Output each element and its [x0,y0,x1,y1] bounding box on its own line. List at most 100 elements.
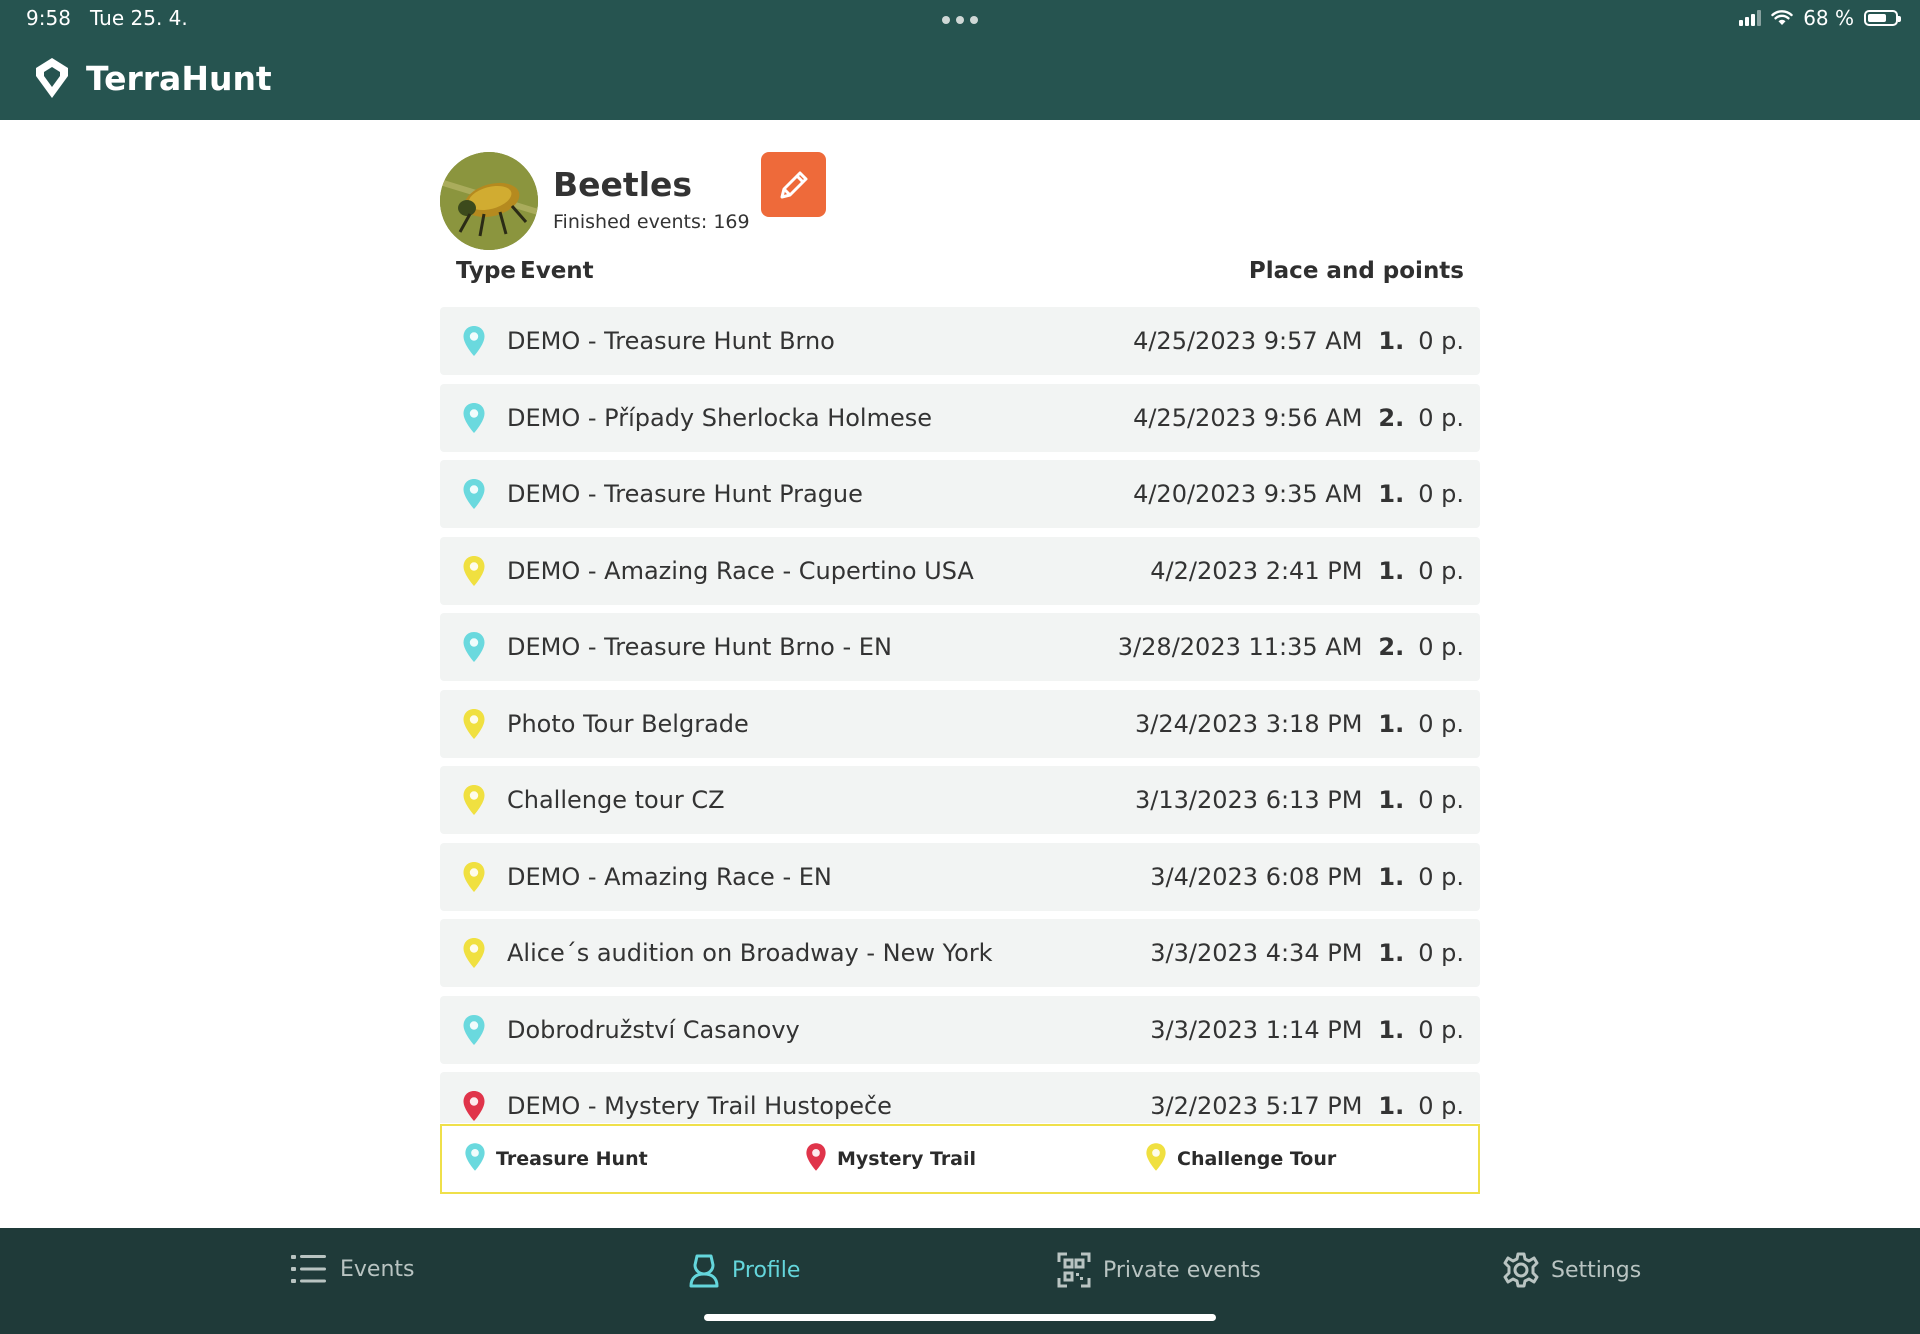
event-points: 0 p. [1418,633,1464,661]
treasure-hunt-pin-icon [464,1142,486,1177]
event-row[interactable]: DEMO - Treasure Hunt Prague 4/20/2023 9:3… [440,460,1480,528]
profile-content: Beetles Finished events: 169 Type Event … [440,120,1480,1228]
event-row[interactable]: DEMO - Případy Sherlocka Holmese 4/25/202… [440,383,1480,452]
event-date: 3/3/2023 1:14 PM [1150,1015,1363,1044]
event-title: DEMO - Treasure Hunt Brno [507,327,835,355]
status-time: 9:58 Tue 25. 4. [26,6,188,30]
gear-icon [1503,1252,1539,1288]
event-place: 2. [1378,403,1405,432]
column-header-place-points: Place and points [1248,258,1464,284]
event-row[interactable]: Challenge tour CZ 3/13/2023 6:13 PM 1. 0 p. [440,766,1480,834]
event-title: Challenge tour CZ [507,786,725,814]
event-row[interactable]: DEMO - Treasure Hunt Brno 4/25/2023 9:57 … [440,307,1480,375]
legend-label: Challenge Tour [1177,1148,1337,1170]
list-icon [291,1255,326,1283]
battery-icon [1864,10,1901,26]
event-points: 0 p. [1418,327,1464,355]
event-points: 0 p. [1418,786,1464,814]
event-title: DEMO - Mystery Trail Hustopeče [507,1092,892,1120]
event-points: 0 p. [1418,1092,1464,1120]
event-title: DEMO - Treasure Hunt Prague [507,480,863,508]
event-place: 1. [1378,709,1405,738]
avatar [440,152,538,250]
multitasking-dots-icon[interactable] [942,16,978,24]
tab-events-label: Events [340,1256,415,1282]
challenge-tour-pin-icon [461,708,487,740]
tab-events[interactable]: Events [290,1252,415,1286]
event-result: 3/3/2023 4:34 PM 1. 0 p. [1150,939,1464,967]
event-place: 1. [1378,480,1405,508]
tab-settings[interactable]: Settings [1503,1252,1641,1288]
event-points: 0 p. [1418,556,1464,585]
event-list[interactable]: DEMO - Treasure Hunt Brno 4/25/2023 9:57 … [440,307,1480,1123]
event-result: 4/25/2023 9:57 AM 1. 0 p. [1133,327,1464,355]
treasure-hunt-pin-icon [461,478,487,510]
event-date: 3/4/2023 6:08 PM [1150,862,1363,891]
event-row[interactable]: DEMO - Amazing Race - Cupertino USA 4/2/2… [440,536,1480,605]
map-pin-logo-icon [36,58,68,98]
event-points: 0 p. [1418,1015,1464,1044]
status-date: Tue 25. 4. [90,6,188,30]
app-title: TerraHunt [86,58,272,98]
tab-profile[interactable]: Profile [688,1252,800,1288]
event-result: 3/2/2023 5:17 PM 1. 0 p. [1150,1092,1464,1120]
event-row[interactable]: DEMO - Treasure Hunt Brno - EN 3/28/2023 … [440,613,1480,681]
edit-profile-button[interactable] [761,152,826,217]
event-points: 0 p. [1418,480,1464,508]
pencil-icon [780,171,807,198]
finished-events-count: Finished events: 169 [553,211,750,233]
column-header-event: Event [520,258,594,284]
legend-treasure-hunt: Treasure Hunt [464,1126,648,1192]
event-title: DEMO - Amazing Race - EN [507,862,832,891]
tab-private-events[interactable]: Private events [1057,1252,1261,1288]
legend-label: Treasure Hunt [496,1148,648,1170]
event-points: 0 p. [1418,939,1464,967]
event-row[interactable]: Dobrodružství Casanovy 3/3/2023 1:14 PM 1.… [440,995,1480,1064]
challenge-tour-pin-icon [1145,1142,1167,1177]
event-result: 3/24/2023 3:18 PM 1. 0 p. [1135,710,1464,738]
event-title: Dobrodružství Casanovy [507,1015,800,1044]
event-points: 0 p. [1418,403,1464,432]
event-place: 1. [1378,1092,1405,1120]
legend-mystery-trail: Mystery Trail [805,1126,976,1192]
event-title: DEMO - Treasure Hunt Brno - EN [507,633,892,661]
tab-settings-label: Settings [1551,1257,1642,1283]
user-icon [689,1254,719,1288]
event-result: 3/28/2023 11:35 AM 2. 0 p. [1118,633,1464,661]
event-row[interactable]: Photo Tour Belgrade 3/24/2023 3:18 PM 1. 0 … [440,689,1480,758]
tab-private-events-label: Private events [1103,1257,1261,1283]
column-header-type: Type [456,258,517,284]
event-date: 4/2/2023 2:41 PM [1150,556,1363,585]
challenge-tour-pin-icon [461,937,487,969]
status-indicators: 68 % [1739,6,1901,30]
battery-percent: 68 % [1803,6,1854,30]
event-place: 1. [1378,1015,1405,1044]
wifi-icon [1771,10,1793,25]
event-place: 1. [1378,327,1405,355]
event-row[interactable]: Alice´s audition on Broadway - New York 3… [440,919,1480,987]
event-place: 2. [1378,633,1405,661]
beetle-avatar-image [440,152,538,250]
mystery-trail-pin-icon [461,1090,487,1122]
event-place: 1. [1378,556,1405,585]
event-date: 3/13/2023 6:13 PM [1135,786,1363,814]
event-date: 3/28/2023 11:35 AM [1117,633,1363,661]
treasure-hunt-pin-icon [461,1014,487,1046]
event-date: 4/20/2023 9:35 AM [1133,480,1363,508]
home-indicator[interactable] [704,1314,1216,1321]
profile-header: Beetles Finished events: 169 [440,152,1140,250]
event-row[interactable]: DEMO - Amazing Race - EN 3/4/2023 6:08 PM… [440,842,1480,911]
event-date: 4/25/2023 9:56 AM [1133,403,1363,432]
app-brand: TerraHunt [32,56,272,100]
legend-challenge-tour: Challenge Tour [1145,1126,1336,1192]
event-result: 4/20/2023 9:35 AM 1. 0 p. [1133,480,1464,508]
event-title: Photo Tour Belgrade [507,709,749,738]
treasure-hunt-pin-icon [461,631,487,663]
event-type-legend: Treasure Hunt Mystery Trail Challenge To… [440,1124,1480,1194]
event-row[interactable]: DEMO - Mystery Trail Hustopeče 3/2/2023 5… [440,1072,1480,1123]
event-place: 1. [1378,786,1405,814]
event-title: DEMO - Případy Sherlocka Holmese [507,403,933,432]
event-result: 3/13/2023 6:13 PM 1. 0 p. [1135,786,1464,814]
status-clock: 9:58 [26,6,71,30]
event-place: 1. [1378,862,1405,891]
